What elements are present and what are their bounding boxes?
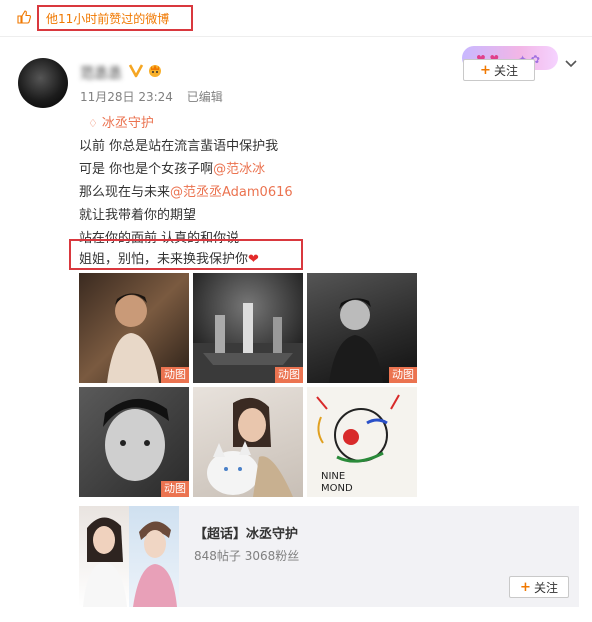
avatar[interactable] xyxy=(18,58,68,108)
super-topic-card[interactable] xyxy=(79,506,579,607)
post-meta: 11月28日 23:24 已编辑 xyxy=(80,88,233,105)
member-badge-icon xyxy=(149,65,161,77)
super-topic-stats: 848帖子 3068粉丝 xyxy=(194,549,300,563)
card-woman-icon xyxy=(83,517,127,607)
post-line-6-text: 姐姐，别怕，未来换我保护你 xyxy=(79,252,249,267)
post-image-6[interactable]: NINE MOND xyxy=(307,387,417,497)
verified-v-icon xyxy=(128,64,144,78)
post-line-3-text: 那么现在与未来 xyxy=(79,185,171,200)
post-line-2: 可是 你也是个女孩子啊@范冰冰 xyxy=(79,158,265,177)
gif-tag: 动图 xyxy=(161,481,189,497)
super-topic-title[interactable]: 【超话】冰丞守护 xyxy=(194,523,298,542)
follow-label: 关注 xyxy=(493,63,518,78)
heart-icon: ❤ xyxy=(248,252,259,267)
chevron-down-icon[interactable] xyxy=(563,58,579,70)
card-man-icon xyxy=(133,521,177,607)
mention-link[interactable]: @范冰冰 xyxy=(213,162,265,177)
card-image-1 xyxy=(79,506,129,607)
photo-woman-cat-icon xyxy=(207,397,293,497)
card-image-2 xyxy=(129,506,179,607)
gif-tag: 动图 xyxy=(389,367,417,383)
liked-banner: 他11小时前赞过的微博 xyxy=(0,0,592,37)
diamond-icon: ♢ xyxy=(88,117,98,130)
photo-drawing-icon: NINE MOND xyxy=(316,394,400,494)
super-topic-follow-button[interactable]: + 关注 xyxy=(509,576,569,598)
topic-label: 冰丞守护 xyxy=(101,116,154,131)
username[interactable]: 范丞丞 xyxy=(80,63,122,83)
gif-tag: 动图 xyxy=(275,367,303,383)
post-line-4: 就让我带着你的期望 xyxy=(79,208,197,223)
post-line-2-text: 可是 你也是个女孩子啊 xyxy=(79,162,214,177)
gif-tag: 动图 xyxy=(161,367,189,383)
drawing-text-b: MOND xyxy=(321,483,353,494)
post-time[interactable]: 11月28日 23:24 xyxy=(80,90,173,104)
plus-icon: + xyxy=(520,579,531,595)
post-image-3[interactable]: 动图 xyxy=(307,273,417,383)
post-image-4[interactable]: 动图 xyxy=(79,387,189,497)
edited-label: 已编辑 xyxy=(186,90,223,104)
post-line-3: 那么现在与未来@范丞丞Adam0616 xyxy=(79,181,293,200)
drawing-text-a: NINE xyxy=(321,471,345,482)
mention-link[interactable]: @范丞丞Adam0616 xyxy=(170,185,293,200)
super-topic-follow-label: 关注 xyxy=(533,580,558,595)
post-line-1: 以前 你总是站在流言蜚语中保护我 xyxy=(79,139,279,154)
post-line-6: 姐姐，别怕，未来换我保护你❤ xyxy=(79,248,259,267)
topic-link[interactable]: ♢ 冰丞守护 xyxy=(88,112,154,131)
post-image-1[interactable]: 动图 xyxy=(79,273,189,383)
plus-icon: + xyxy=(480,62,491,78)
post-image-2[interactable]: 动图 xyxy=(193,273,303,383)
thumbs-up-icon xyxy=(17,10,31,24)
liked-text: 他11小时前赞过的微博 xyxy=(46,12,170,26)
follow-button[interactable]: + 关注 xyxy=(463,59,535,81)
post-image-5[interactable] xyxy=(193,387,303,497)
